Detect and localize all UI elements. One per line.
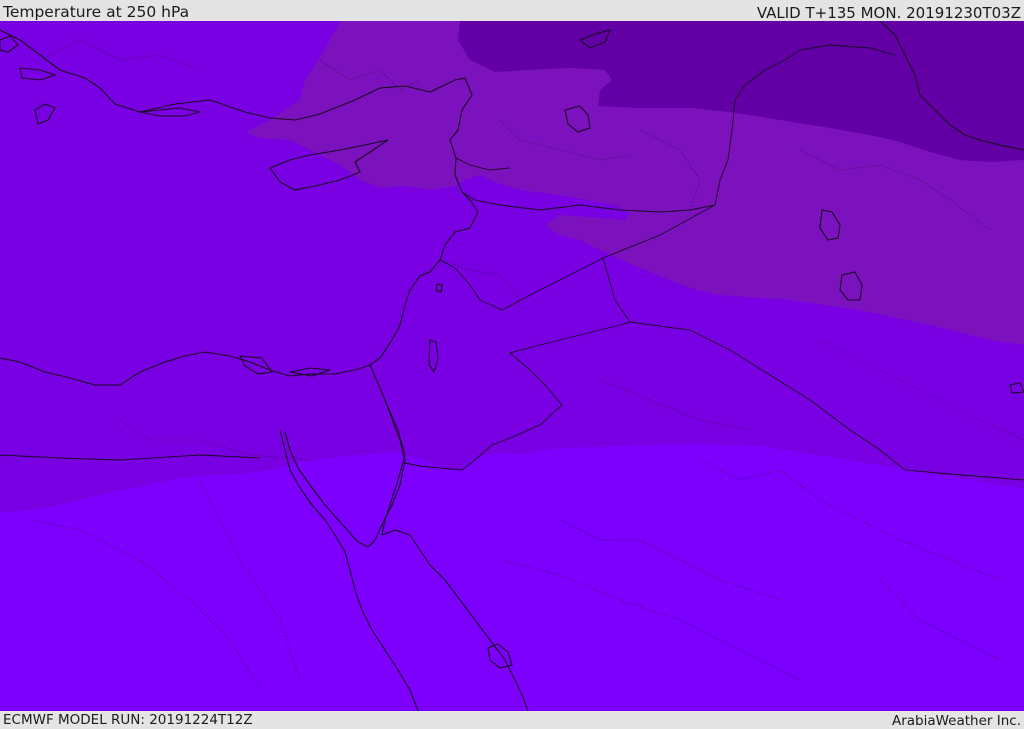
model-run-label: ECMWF MODEL RUN: 20191224T12Z [3, 712, 253, 728]
credit-label: ArabiaWeather Inc. [891, 713, 1021, 729]
valid-time: VALID T+135 MON. 20191230T03Z [756, 4, 1021, 22]
map-title: Temperature at 250 hPa [3, 3, 190, 21]
map-panel[interactable] [0, 21, 1024, 711]
header-bar: Temperature at 250 hPa VALID T+135 MON. … [0, 0, 1024, 21]
band-warm [0, 444, 1024, 711]
map-canvas[interactable] [0, 21, 1024, 711]
footer-bar: ECMWF MODEL RUN: 20191224T12Z ArabiaWeat… [0, 711, 1024, 729]
